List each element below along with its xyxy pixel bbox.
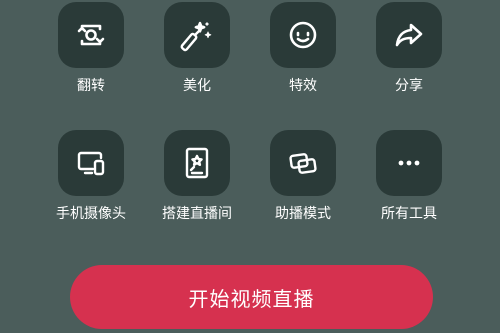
tool-label: 手机摄像头 [56, 206, 126, 222]
tool-label: 搭建直播间 [162, 206, 232, 222]
phone-camera-button[interactable] [58, 130, 124, 196]
tool-effects[interactable]: 特效 [258, 2, 348, 95]
tool-share[interactable]: 分享 [364, 2, 454, 95]
tool-flip[interactable]: 翻转 [46, 2, 136, 95]
tool-label: 助播模式 [275, 206, 331, 222]
flip-camera-icon [77, 24, 105, 46]
tool-label: 分享 [395, 78, 423, 94]
tool-label: 特效 [289, 78, 317, 94]
tool-all-tools[interactable]: 所有工具 [364, 130, 454, 223]
start-live-button[interactable]: 开始视频直播 [70, 265, 433, 329]
flip-button[interactable] [58, 2, 124, 68]
phone-camera-icon [77, 151, 105, 176]
live-room-button[interactable] [164, 130, 230, 196]
tool-beautify[interactable]: 美化 [152, 2, 242, 95]
more-dots-icon [398, 160, 420, 166]
beautify-button[interactable] [164, 2, 230, 68]
magic-wand-icon [180, 21, 212, 52]
tool-label: 所有工具 [381, 206, 437, 222]
tool-phone-camera[interactable]: 手机摄像头 [46, 130, 136, 223]
live-room-setup-icon [185, 147, 209, 179]
share-button[interactable] [376, 2, 442, 68]
tool-assistant[interactable]: 助播模式 [258, 130, 348, 223]
tool-live-room[interactable]: 搭建直播间 [152, 130, 242, 223]
assistant-mode-icon [289, 153, 317, 174]
assistant-mode-button[interactable] [270, 130, 336, 196]
all-tools-button[interactable] [376, 130, 442, 196]
tool-label: 美化 [183, 78, 211, 94]
share-arrow-icon [395, 23, 423, 47]
smiley-face-icon [289, 21, 317, 49]
tool-label: 翻转 [77, 78, 105, 94]
effects-button[interactable] [270, 2, 336, 68]
